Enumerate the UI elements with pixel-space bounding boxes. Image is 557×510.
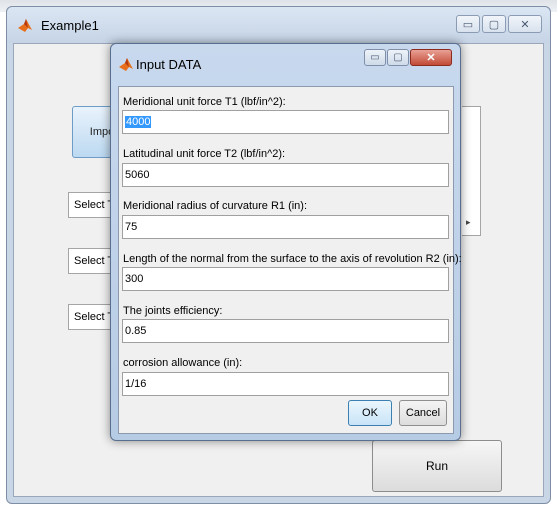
r1-input[interactable]: 75: [122, 215, 449, 239]
t2-input[interactable]: 5060: [122, 163, 449, 187]
close-icon[interactable]: ✕: [508, 15, 542, 33]
r2-input[interactable]: 300: [122, 267, 449, 291]
dialog-title: Input DATA: [136, 57, 202, 72]
dialog-window-controls: ▭ ▢ ✕: [364, 49, 452, 66]
field-label-efficiency: The joints efficiency:: [123, 305, 223, 317]
matlab-icon: [17, 17, 33, 33]
main-window-controls: ▭ ▢ ✕: [456, 15, 542, 33]
t1-input[interactable]: 4000: [122, 110, 449, 134]
maximize-icon[interactable]: ▢: [482, 15, 506, 33]
cancel-button[interactable]: Cancel: [399, 400, 447, 426]
run-button[interactable]: Run: [372, 440, 502, 492]
maximize-icon[interactable]: ▢: [387, 49, 409, 66]
right-list-panel[interactable]: ▸: [462, 106, 481, 236]
efficiency-input[interactable]: 0.85: [122, 319, 449, 343]
corrosion-input[interactable]: 1/16: [122, 372, 449, 396]
close-icon[interactable]: ✕: [410, 49, 452, 66]
field-label-corrosion: corrosion allowance (in):: [123, 357, 243, 369]
scroll-right-arrow-icon[interactable]: ▸: [466, 217, 471, 228]
field-label-t2: Latitudinal unit force T2 (lbf/in^2):: [123, 148, 286, 160]
field-label-r1: Meridional radius of curvature R1 (in):: [123, 200, 308, 212]
matlab-icon: [118, 56, 134, 72]
main-title-bar: Example1 ▭ ▢ ✕: [7, 7, 550, 43]
dialog-client-area: Meridional unit force T1 (lbf/in^2): 400…: [118, 86, 462, 434]
minimize-icon[interactable]: ▭: [364, 49, 386, 66]
minimize-icon[interactable]: ▭: [456, 15, 480, 33]
field-label-t1: Meridional unit force T1 (lbf/in^2):: [123, 96, 286, 108]
t1-input-value: 4000: [125, 116, 152, 128]
ok-button[interactable]: OK: [348, 400, 392, 426]
field-label-r2: Length of the normal from the surface to…: [123, 253, 462, 265]
input-data-dialog: Input DATA ▭ ▢ ✕ Meridional unit force T…: [110, 43, 462, 441]
main-window-title: Example1: [41, 18, 99, 33]
